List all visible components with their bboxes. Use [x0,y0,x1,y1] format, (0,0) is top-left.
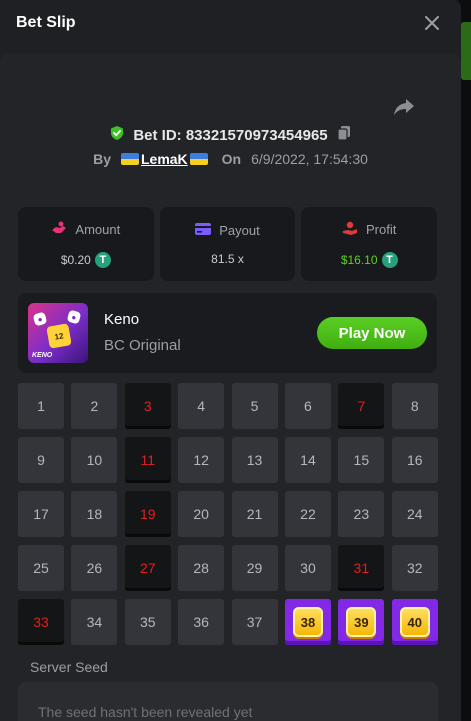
keno-grid: 1 2 3 4 5 6 7 8 9 10 11 12 13 14 15 16 17 18 19 20 21 22 23 24 2… [18,383,438,645]
keno-cell: 28 [178,545,225,591]
keno-cell: 11 [124,437,171,483]
keno-cell: 23 [338,491,385,537]
keno-cell: 6 [284,383,331,429]
keno-cell: 10 [71,437,118,483]
share-icon[interactable] [392,95,416,119]
bet-date: 6/9/2022, 17:54:30 [251,151,368,167]
user-link[interactable]: LemaK [120,151,208,167]
play-now-button[interactable]: Play Now [317,317,427,349]
shield-check-icon [109,125,125,145]
gem-icon: 38 [292,607,323,637]
bet-slip-modal: Bet Slip Bet ID: 83321570973454965 By Le… [0,0,461,721]
keno-cell: 38 [284,599,331,645]
keno-cell: 36 [178,599,225,645]
amount-icon [51,221,67,238]
game-name: Keno [104,311,140,328]
keno-cell: 25 [18,545,64,591]
bet-details: Bet ID: 83321570973454965 By LemaK On 6/… [0,53,461,721]
close-icon[interactable] [423,14,441,32]
keno-cell: 16 [391,437,438,483]
keno-cell: 32 [391,545,438,591]
keno-cell: 3 [124,383,171,429]
bet-id-row: Bet ID: 83321570973454965 [0,125,461,145]
keno-cell: 34 [71,599,118,645]
modal-header: Bet Slip [0,0,461,46]
copy-icon[interactable] [336,125,352,145]
on-label: On [221,151,242,167]
flag-icon [120,153,139,165]
keno-cell: 4 [178,383,225,429]
profit-value: $16.10 [340,252,378,267]
thumb-brand: KENO [32,352,53,359]
payout-value: 81.5 x [211,251,244,266]
keno-cell: 20 [178,491,225,537]
keno-cell: 1 [18,383,64,429]
keno-cell: 18 [71,491,118,537]
keno-cell: 37 [231,599,278,645]
keno-cell: 8 [391,383,438,429]
keno-cell: 13 [231,437,278,483]
keno-cell: 2 [71,383,118,429]
flag-icon [189,153,208,165]
keno-cell: 27 [124,545,171,591]
keno-cell: 17 [18,491,64,537]
server-seed-label: Server Seed [30,659,108,675]
game-card: ● ● 12 KENO Keno BC Original Play Now [18,293,437,373]
payout-card: Payout 81.5 x [159,207,296,281]
profit-icon [342,221,358,238]
keno-cell: 39 [338,599,385,645]
keno-cell: 14 [284,437,331,483]
background-edge-accent [461,22,471,80]
keno-cell: 24 [391,491,438,537]
amount-card: Amount $0.20 T [18,207,154,281]
username: LemaK [140,151,188,167]
tether-icon: T [381,251,398,268]
keno-cell: 31 [338,545,385,591]
card-icon [195,222,212,238]
profit-label: Profit [366,221,397,237]
keno-cell: 19 [124,491,171,537]
bet-stats: Amount $0.20 T Payout 81.5 x Profit $16.… [18,207,438,281]
keno-cell: 26 [71,545,118,591]
keno-cell: 22 [284,491,331,537]
keno-cell: 35 [124,599,171,645]
keno-cell: 9 [18,437,64,483]
tether-icon: T [94,251,111,268]
bet-meta-row: By LemaK On 6/9/2022, 17:54:30 [0,151,461,167]
keno-thumbnail[interactable]: ● ● 12 KENO [28,303,88,363]
amount-label: Amount [75,221,121,237]
gem-icon: 39 [346,607,377,637]
modal-title: Bet Slip [16,14,76,31]
by-label: By [93,151,111,167]
profit-card: Profit $16.10 T [301,207,438,281]
bet-id: Bet ID: 83321570973454965 [133,126,328,144]
server-seed-value: The seed hasn't been revealed yet [38,704,253,720]
keno-cell: 5 [231,383,278,429]
keno-cell: 7 [338,383,385,429]
amount-value: $0.20 [60,252,91,267]
keno-cell: 40 [391,599,438,645]
server-seed-field: The seed hasn't been revealed yet [18,682,438,721]
keno-cell: 30 [284,545,331,591]
thumb-number: 12 [46,323,72,349]
payout-label: Payout [219,222,260,238]
keno-cell: 21 [231,491,278,537]
keno-cell: 29 [231,545,278,591]
game-subtitle: BC Original [104,337,181,354]
gem-icon: 40 [399,607,430,637]
keno-cell: 33 [18,599,64,645]
keno-cell: 15 [338,437,385,483]
keno-cell: 12 [178,437,225,483]
